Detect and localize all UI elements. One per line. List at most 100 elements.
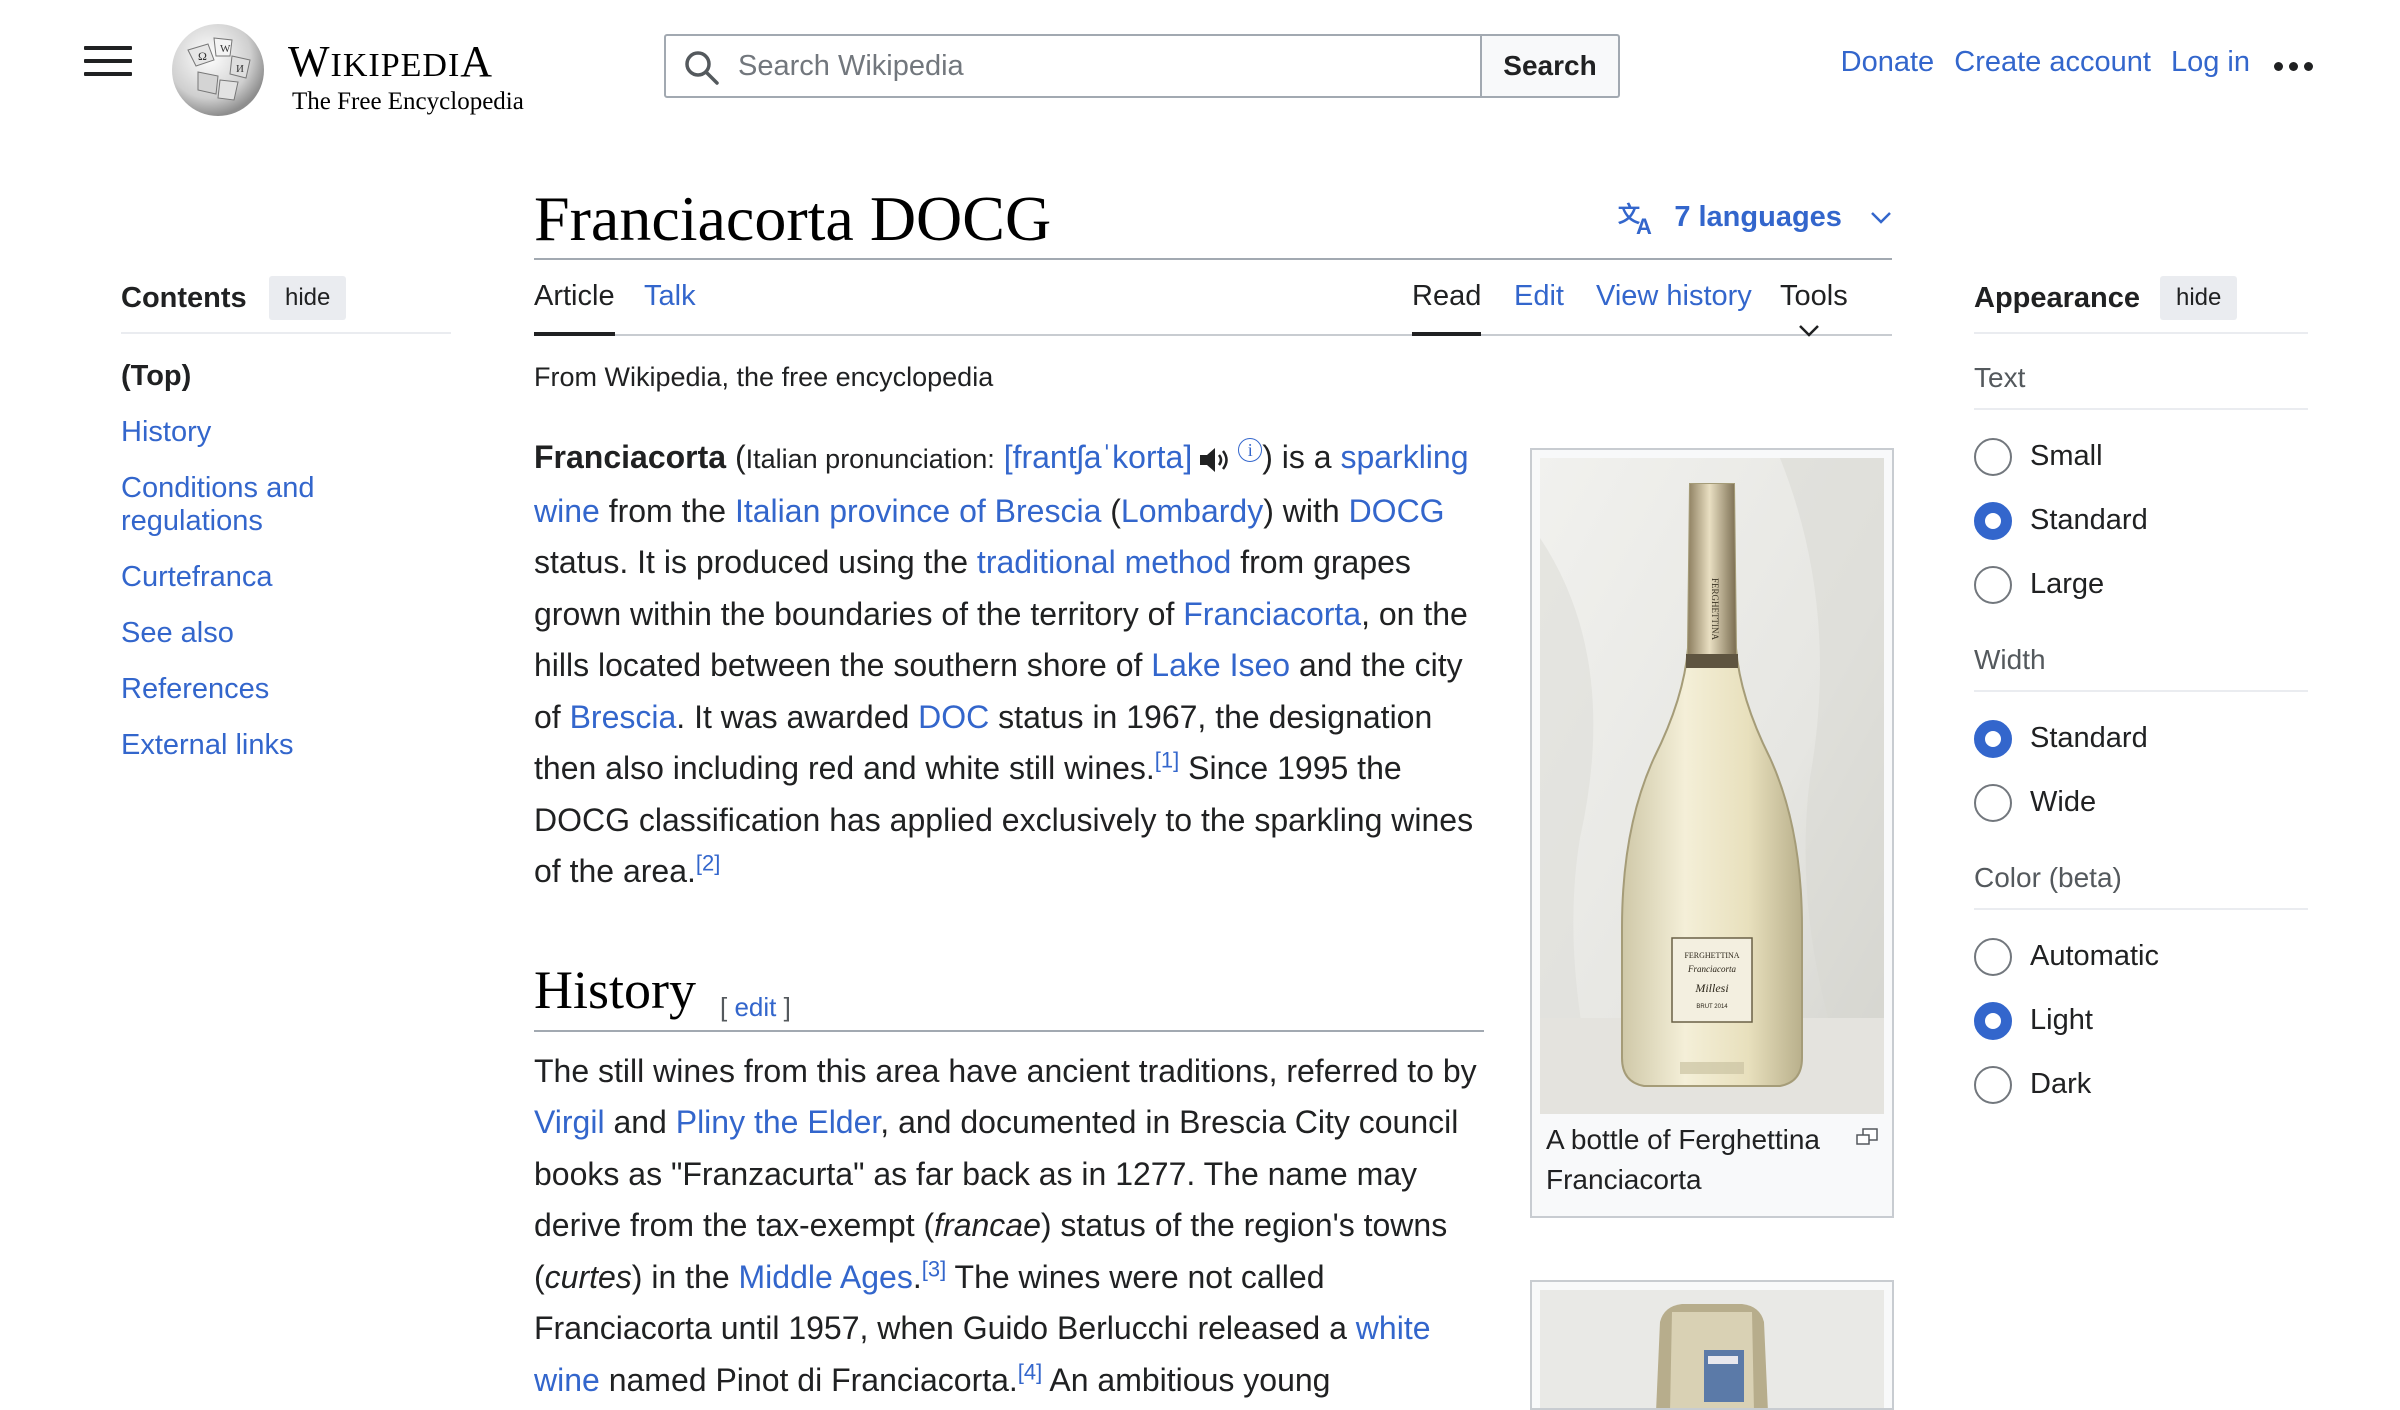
- site-header: Ω W И WIKIPEDIA The Free Encyclopedia Se…: [0, 0, 2400, 130]
- link-province-brescia[interactable]: Italian province of Brescia: [735, 493, 1101, 529]
- color-options: Automatic Light Dark: [1974, 910, 2308, 1116]
- citation-4[interactable]: [4]: [1018, 1359, 1042, 1384]
- info-icon[interactable]: i: [1238, 438, 1263, 463]
- toc-item-references[interactable]: References: [121, 673, 361, 706]
- page-tabs: Article Talk Read Edit View history Tool…: [534, 260, 1892, 337]
- toc-hide-button[interactable]: hide: [269, 276, 347, 320]
- site-tagline: From Wikipedia, the free encyclopedia: [534, 362, 994, 392]
- chevron-down-icon: [1799, 325, 1819, 337]
- language-icon: 文 A: [1618, 202, 1652, 239]
- search-input[interactable]: [736, 46, 1466, 86]
- toc-title: Contents: [121, 282, 247, 314]
- color-dark[interactable]: Dark: [1974, 1052, 2308, 1116]
- user-links: Donate Create account Log in: [1829, 46, 2250, 79]
- toc-item-top[interactable]: (Top): [121, 360, 361, 393]
- tab-article[interactable]: Article: [534, 280, 615, 336]
- width-standard[interactable]: Standard: [1974, 706, 2308, 770]
- text-size-large[interactable]: Large: [1974, 552, 2308, 616]
- main-content: Franciacorta DOCG 文 A 7 languages Articl…: [534, 170, 1892, 1398]
- intro-paragraph: Franciacorta (Italian pronunciation: [fr…: [534, 438, 1474, 889]
- search-icon: [685, 51, 719, 85]
- link-traditional-method[interactable]: traditional method: [977, 544, 1231, 580]
- figure-caption: A bottle of Ferghettina Franciacorta: [1546, 1124, 1820, 1195]
- text-size-standard[interactable]: Standard: [1974, 488, 2308, 552]
- link-lombardy[interactable]: Lombardy: [1121, 493, 1263, 529]
- log-in-link[interactable]: Log in: [2171, 46, 2250, 78]
- history-paragraph: The still wines from this area have anci…: [534, 1052, 1477, 1398]
- radio-large[interactable]: [1974, 566, 2012, 604]
- link-lake-iseo[interactable]: Lake Iseo: [1151, 647, 1290, 683]
- toc-item-history[interactable]: History: [121, 416, 361, 449]
- svg-text:BRUT 2014: BRUT 2014: [1696, 1004, 1728, 1010]
- history-heading: History: [534, 959, 696, 1020]
- table-of-contents: Contents hide (Top) History Conditions a…: [121, 270, 451, 762]
- link-franciacorta[interactable]: Franciacorta: [1183, 596, 1361, 632]
- radio-width-standard-selected[interactable]: [1974, 720, 2012, 758]
- link-docg[interactable]: DOCG: [1349, 493, 1445, 529]
- search-button[interactable]: Search: [1480, 34, 1620, 98]
- chevron-down-icon: [1871, 212, 1891, 224]
- citation-2[interactable]: [2]: [696, 850, 720, 875]
- create-account-link[interactable]: Create account: [1954, 46, 2151, 78]
- text-size-small[interactable]: Small: [1974, 424, 2308, 488]
- citation-3[interactable]: [3]: [922, 1256, 946, 1281]
- svg-text:W: W: [220, 43, 231, 55]
- toc-item-see-also[interactable]: See also: [121, 617, 361, 650]
- search-field[interactable]: [664, 34, 1482, 98]
- figure-second-image[interactable]: [1530, 1280, 1894, 1410]
- edit-section-link[interactable]: [ edit ]: [720, 982, 791, 1034]
- tab-read[interactable]: Read: [1412, 280, 1482, 336]
- color-label: Color (beta): [1974, 862, 2308, 910]
- link-doc[interactable]: DOC: [918, 699, 989, 735]
- text-size-options: Small Standard Large: [1974, 410, 2308, 616]
- svg-text:Franciacorta: Franciacorta: [1687, 964, 1736, 974]
- radio-color-light-selected[interactable]: [1974, 1002, 2012, 1040]
- ipa-link[interactable]: [frantʃaˈkorta]: [1004, 439, 1193, 475]
- toc-item-curtefranca[interactable]: Curtefranca: [121, 561, 361, 594]
- radio-color-dark[interactable]: [1974, 1066, 2012, 1104]
- logo-tagline: The Free Encyclopedia: [292, 88, 524, 115]
- tab-talk[interactable]: Talk: [644, 280, 696, 336]
- width-wide[interactable]: Wide: [1974, 770, 2308, 834]
- color-automatic[interactable]: Automatic: [1974, 924, 2308, 988]
- more-options-icon[interactable]: [2274, 58, 2320, 74]
- figure-bottle: FERGHETTINA FERGHETTINA Franciacorta Mil…: [1530, 448, 1894, 1218]
- svg-text:A: A: [1636, 214, 1652, 236]
- link-middle-ages[interactable]: Middle Ages: [739, 1259, 913, 1295]
- appearance-panel: Appearance hide Text Small Standard Larg…: [1974, 270, 2308, 1116]
- appearance-hide-button[interactable]: hide: [2160, 276, 2238, 320]
- svg-text:И: И: [236, 63, 244, 75]
- color-light[interactable]: Light: [1974, 988, 2308, 1052]
- enlarge-icon[interactable]: [1856, 1128, 1878, 1146]
- donate-link[interactable]: Donate: [1841, 46, 1935, 78]
- speaker-icon[interactable]: [1198, 446, 1232, 474]
- radio-width-wide[interactable]: [1974, 784, 2012, 822]
- radio-color-automatic[interactable]: [1974, 938, 2012, 976]
- logo-wordmark: WIKIPEDIA: [288, 37, 494, 86]
- tab-edit[interactable]: Edit: [1514, 280, 1564, 336]
- languages-button[interactable]: 文 A 7 languages: [1618, 200, 1892, 239]
- link-pliny-the-elder[interactable]: Pliny the Elder: [676, 1104, 881, 1140]
- svg-text:FERGHETTINA: FERGHETTINA: [1684, 951, 1739, 960]
- svg-text:Millesi: Millesi: [1694, 981, 1728, 995]
- toc-item-external-links[interactable]: External links: [121, 729, 361, 762]
- radio-small[interactable]: [1974, 438, 2012, 476]
- toc-item-conditions[interactable]: Conditions and regulations: [121, 472, 361, 538]
- wikipedia-globe-icon: Ω W И: [172, 24, 264, 116]
- tab-view-history[interactable]: View history: [1596, 280, 1752, 336]
- search-form: Search: [664, 34, 1620, 98]
- section-history-heading: History [ edit ]: [534, 960, 1484, 1032]
- main-menu-button[interactable]: [84, 46, 132, 86]
- svg-text:FERGHETTINA: FERGHETTINA: [1710, 578, 1720, 640]
- bottle-image[interactable]: FERGHETTINA FERGHETTINA Franciacorta Mil…: [1540, 458, 1884, 1114]
- width-label: Width: [1974, 644, 2308, 692]
- svg-text:Ω: Ω: [198, 49, 207, 63]
- hamburger-icon: [84, 46, 132, 50]
- citation-1[interactable]: [1]: [1155, 747, 1179, 772]
- radio-standard-selected[interactable]: [1974, 502, 2012, 540]
- tools-menu[interactable]: Tools: [1780, 280, 1892, 337]
- link-brescia[interactable]: Brescia: [570, 699, 677, 735]
- wikipedia-logo[interactable]: Ω W И WIKIPEDIA The Free Encyclopedia: [168, 18, 548, 116]
- link-virgil[interactable]: Virgil: [534, 1104, 605, 1140]
- second-bottle-image: [1540, 1290, 1884, 1408]
